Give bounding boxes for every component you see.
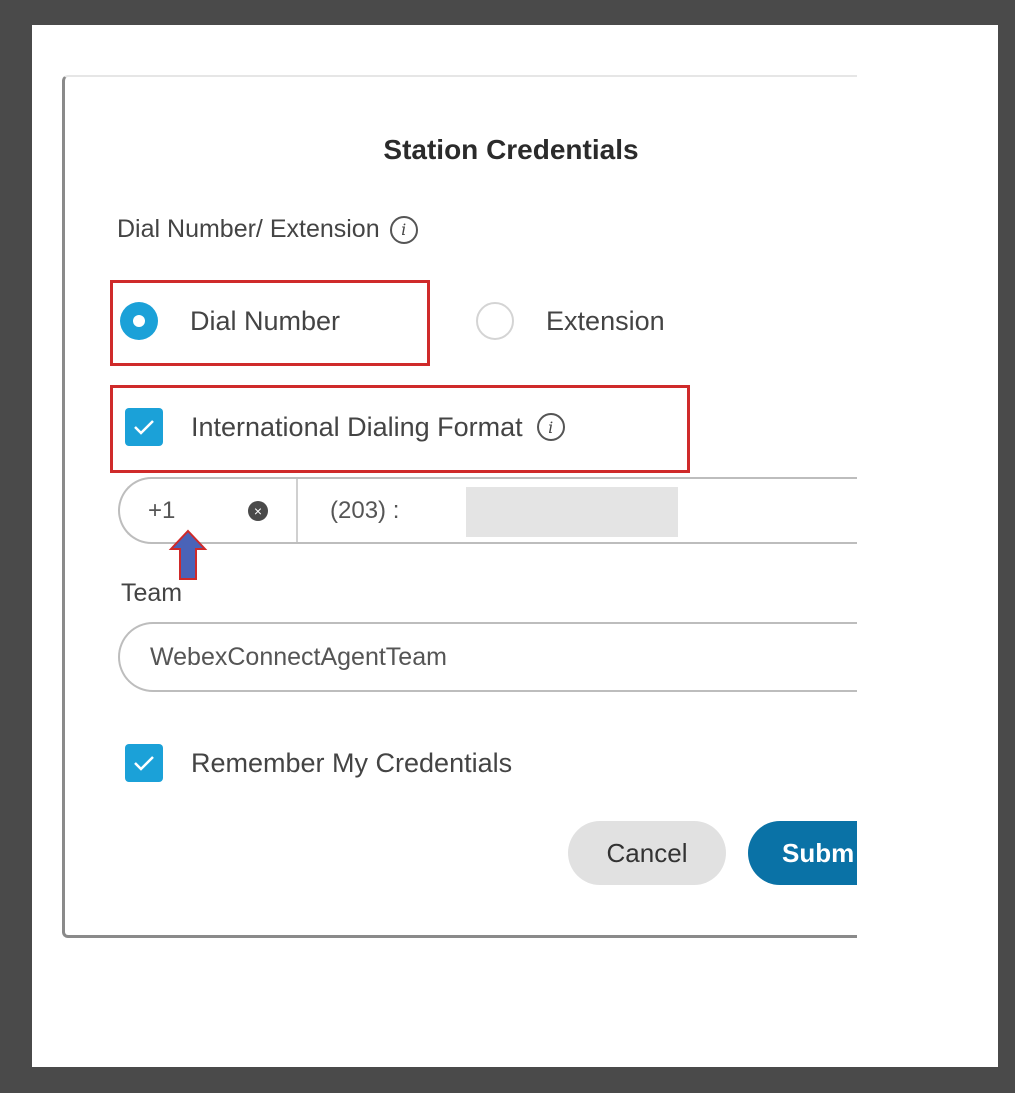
- intl-format-checkbox[interactable]: [125, 408, 163, 446]
- country-code-field[interactable]: +1 ×: [120, 479, 298, 542]
- team-select-value: WebexConnectAgentTeam: [150, 642, 447, 671]
- radio-selected-dot: [133, 315, 145, 327]
- dial-number-radio[interactable]: [120, 302, 158, 340]
- dial-type-radio-group: Dial Number Extension: [120, 302, 665, 340]
- extension-label: Extension: [546, 305, 665, 336]
- clear-icon[interactable]: ×: [248, 500, 268, 521]
- screenshot-canvas: Station Credentials Dial Number/ Extensi…: [32, 25, 998, 1067]
- phone-number-input[interactable]: (203) :: [330, 497, 399, 525]
- dial-number-label: Dial Number: [190, 305, 341, 336]
- dial-number-option[interactable]: Dial Number: [120, 302, 340, 340]
- phone-input-group: +1 × (203) :: [118, 477, 857, 544]
- dial-section-label: Dial Number/ Extension i: [117, 215, 418, 244]
- checkmark-icon: [134, 420, 154, 435]
- remember-credentials-row[interactable]: Remember My Credentials: [125, 744, 512, 782]
- up-arrow-annotation-icon: [168, 529, 208, 580]
- extension-option[interactable]: Extension: [476, 302, 665, 340]
- remember-credentials-checkbox[interactable]: [125, 744, 163, 782]
- country-code-value: +1: [148, 496, 176, 524]
- extension-radio[interactable]: [476, 302, 515, 340]
- station-credentials-dialog: Station Credentials Dial Number/ Extensi…: [62, 75, 857, 938]
- submit-button[interactable]: Subm: [748, 821, 857, 885]
- checkmark-icon: [134, 756, 154, 771]
- intl-format-label: International Dialing Format: [191, 411, 523, 442]
- remember-credentials-label: Remember My Credentials: [191, 747, 513, 778]
- intl-format-row[interactable]: International Dialing Format i: [125, 408, 565, 446]
- info-icon[interactable]: i: [389, 215, 418, 244]
- info-icon[interactable]: i: [536, 413, 565, 441]
- cancel-button[interactable]: Cancel: [568, 821, 726, 885]
- dialog-title: Station Credentials: [383, 134, 639, 165]
- team-label: Team: [121, 579, 183, 607]
- team-select[interactable]: WebexConnectAgentTeam: [118, 622, 857, 692]
- dial-section-label-text: Dial Number/ Extension: [117, 215, 380, 243]
- redacted-number-block: [466, 487, 678, 537]
